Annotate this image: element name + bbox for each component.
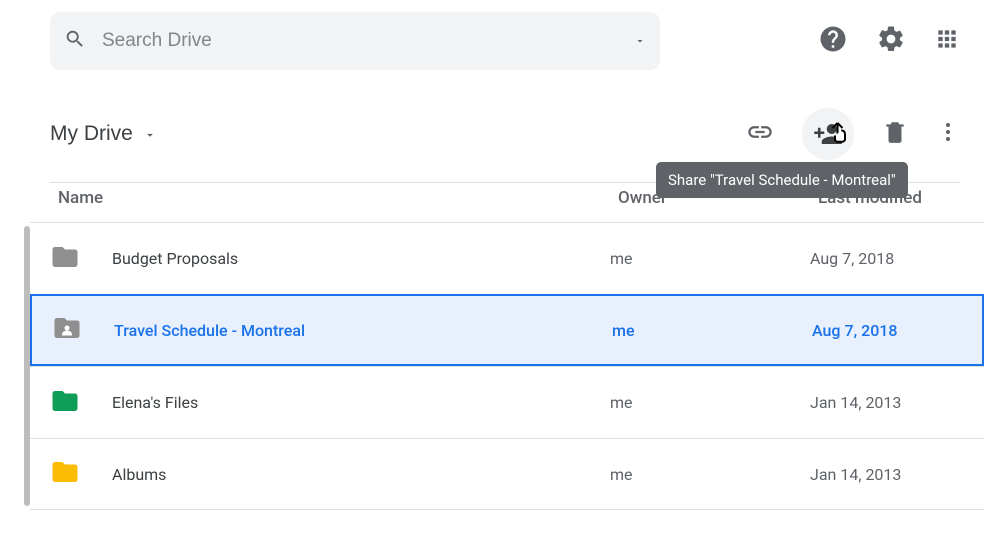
- action-icons: [746, 108, 960, 160]
- file-modified: Aug 7, 2018: [812, 321, 982, 340]
- search-icon: [64, 28, 86, 54]
- file-list: Budget ProposalsmeAug 7, 2018Travel Sche…: [24, 222, 984, 510]
- column-headers: Name Owner Last modified: [50, 180, 960, 222]
- file-modified: Jan 14, 2013: [810, 465, 984, 484]
- breadcrumb-my-drive[interactable]: My Drive: [50, 122, 157, 146]
- file-owner: me: [612, 321, 812, 340]
- file-row[interactable]: AlbumsmeJan 14, 2013: [30, 438, 984, 510]
- file-name: Travel Schedule - Montreal: [108, 321, 612, 340]
- search-options-icon[interactable]: [634, 32, 646, 51]
- file-modified: Jan 14, 2013: [810, 393, 984, 412]
- folder-icon: [50, 457, 106, 491]
- search-input[interactable]: [102, 30, 618, 52]
- file-owner: me: [610, 249, 810, 268]
- file-name: Budget Proposals: [106, 249, 610, 268]
- folder-icon: [52, 313, 108, 347]
- file-owner: me: [610, 465, 810, 484]
- col-modified[interactable]: Last modified: [818, 188, 952, 208]
- apps-icon[interactable]: [934, 26, 960, 52]
- gear-icon[interactable]: [876, 24, 906, 54]
- breadcrumb-label: My Drive: [50, 122, 133, 146]
- person-add-icon: [813, 119, 843, 149]
- folder-icon: [50, 386, 106, 420]
- chevron-down-icon: [143, 128, 157, 142]
- help-icon[interactable]: [818, 24, 848, 54]
- file-owner: me: [610, 393, 810, 412]
- link-icon[interactable]: [746, 118, 774, 150]
- file-name: Albums: [106, 465, 610, 484]
- file-modified: Aug 7, 2018: [810, 249, 984, 268]
- search-bar[interactable]: [50, 12, 660, 70]
- file-row[interactable]: Elena's FilesmeJan 14, 2013: [30, 366, 984, 438]
- col-name[interactable]: Name: [58, 188, 618, 208]
- folder-icon: [50, 242, 106, 276]
- col-owner[interactable]: Owner: [618, 188, 818, 208]
- file-name: Elena's Files: [106, 393, 610, 412]
- file-row[interactable]: Budget ProposalsmeAug 7, 2018: [30, 222, 984, 294]
- more-icon[interactable]: [936, 120, 960, 148]
- top-icons: [818, 24, 960, 54]
- delete-icon[interactable]: [882, 119, 908, 149]
- share-button[interactable]: [802, 108, 854, 160]
- file-row[interactable]: Travel Schedule - MontrealmeAug 7, 2018: [30, 294, 984, 366]
